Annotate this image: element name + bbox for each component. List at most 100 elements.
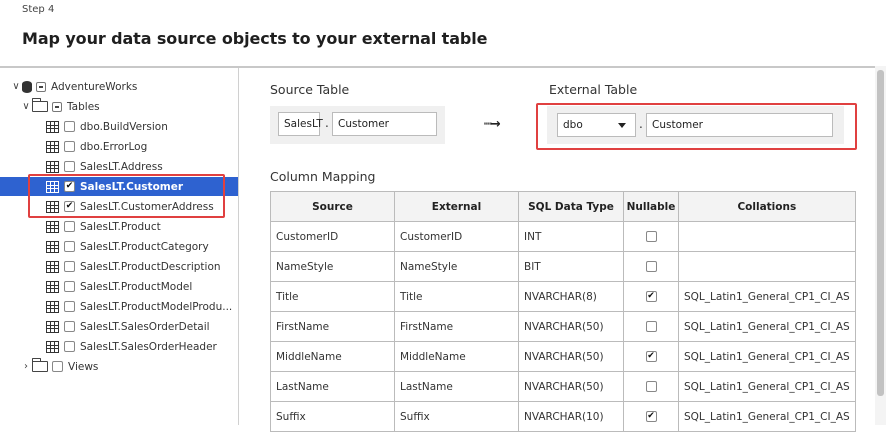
- tree-node-table[interactable]: SalesLT.Product: [46, 217, 161, 236]
- nullable-checkbox[interactable]: ✔: [645, 291, 657, 302]
- table-checkbox[interactable]: [64, 321, 75, 332]
- tree-label-table: SalesLT.ProductModel: [80, 280, 193, 293]
- tree-node-database[interactable]: ∨ AdventureWorks: [10, 77, 137, 96]
- tree-label-table: SalesLT.Product: [80, 220, 161, 233]
- source-separator: .: [325, 116, 329, 130]
- cell-external[interactable]: Suffix: [394, 401, 519, 432]
- table-checkbox[interactable]: [64, 261, 75, 272]
- cell-external[interactable]: LastName: [394, 371, 519, 402]
- tree-node-table[interactable]: SalesLT.ProductModel: [46, 277, 192, 296]
- tristate-checkbox[interactable]: [52, 101, 62, 112]
- scrollbar-thumb[interactable]: [877, 70, 884, 396]
- column-mapping-label: Column Mapping: [270, 169, 376, 184]
- chevron-right-icon[interactable]: ›: [20, 361, 32, 372]
- tree-node-tables[interactable]: ∨ Tables: [20, 97, 100, 116]
- table-checkbox[interactable]: [64, 301, 75, 312]
- cell-external[interactable]: NameStyle: [394, 251, 519, 282]
- table-row: MiddleName MiddleName NVARCHAR(50) ✔ SQL_Lat…: [270, 341, 856, 372]
- cell-source: Suffix: [270, 401, 395, 432]
- tree-label-table: SalesLT.SalesOrderDetail: [80, 320, 210, 333]
- cell-collation: SQL_Latin1_General_CP1_CI_AS: [678, 371, 856, 402]
- table-checkbox[interactable]: [64, 161, 75, 172]
- cell-nullable: ✔: [623, 401, 679, 432]
- tree-node-table[interactable]: SalesLT.SalesOrderHeader: [46, 337, 217, 356]
- nullable-checkbox[interactable]: [645, 261, 657, 272]
- column-header-sql-data-type: SQL Data Type: [518, 191, 624, 222]
- tree-label-database: AdventureWorks: [51, 80, 138, 93]
- column-header-external: External: [394, 191, 519, 222]
- chevron-down-icon[interactable]: ∨: [10, 81, 22, 92]
- cell-source: FirstName: [270, 311, 395, 342]
- cell-sql-data-type: NVARCHAR(8): [518, 281, 624, 312]
- cell-external[interactable]: Title: [394, 281, 519, 312]
- cell-collation: [678, 221, 856, 252]
- selected-tables-highlight: [28, 174, 225, 218]
- tree-node-table[interactable]: dbo.ErrorLog: [46, 137, 147, 156]
- cell-external[interactable]: MiddleName: [394, 341, 519, 372]
- tree-node-table[interactable]: SalesLT.ProductDescription: [46, 257, 221, 276]
- cell-collation: SQL_Latin1_General_CP1_CI_AS: [678, 281, 856, 312]
- table-checkbox[interactable]: [64, 281, 75, 292]
- cell-sql-data-type: NVARCHAR(50): [518, 311, 624, 342]
- checkbox[interactable]: [52, 361, 63, 372]
- database-icon: [22, 80, 32, 93]
- tree-label-table: SalesLT.SalesOrderHeader: [80, 340, 217, 353]
- cell-external[interactable]: CustomerID: [394, 221, 519, 252]
- table-icon: [46, 300, 59, 313]
- cell-source: Title: [270, 281, 395, 312]
- cell-collation: SQL_Latin1_General_CP1_CI_AS: [678, 341, 856, 372]
- cell-nullable: [623, 371, 679, 402]
- folder-icon: [31, 98, 48, 112]
- tree-node-table[interactable]: dbo.BuildVersion: [46, 117, 168, 136]
- tree-label-table: SalesLT.ProductModelProdu...: [80, 300, 233, 313]
- cell-external[interactable]: FirstName: [394, 311, 519, 342]
- nullable-checkbox[interactable]: [645, 321, 657, 332]
- tree-node-table[interactable]: SalesLT.SalesOrderDetail: [46, 317, 210, 336]
- table-checkbox[interactable]: [64, 241, 75, 252]
- table-checkbox[interactable]: [64, 341, 75, 352]
- cell-nullable: [623, 251, 679, 282]
- nullable-checkbox[interactable]: ✔: [645, 411, 657, 422]
- nullable-checkbox[interactable]: ✔: [645, 351, 657, 362]
- table-row: Suffix Suffix NVARCHAR(10) ✔ SQL_Latin1_Gene…: [270, 401, 856, 432]
- cell-sql-data-type: BIT: [518, 251, 624, 282]
- arrow-right-icon: ┉→: [484, 117, 501, 132]
- nullable-checkbox[interactable]: [645, 381, 657, 392]
- table-row: Title Title NVARCHAR(8) ✔ SQL_Latin1_General…: [270, 281, 856, 312]
- external-table-label: External Table: [549, 82, 638, 97]
- chevron-down-icon[interactable]: ∨: [20, 101, 32, 112]
- table-checkbox[interactable]: [64, 141, 75, 152]
- table-icon: [46, 140, 59, 153]
- tree-label-table: dbo.BuildVersion: [80, 120, 168, 133]
- nullable-checkbox[interactable]: [645, 231, 657, 242]
- column-header-collations: Collations: [678, 191, 856, 222]
- cell-collation: SQL_Latin1_General_CP1_CI_AS: [678, 401, 856, 432]
- cell-collation: SQL_Latin1_General_CP1_CI_AS: [678, 311, 856, 342]
- table-icon: [46, 340, 59, 353]
- tree-label-views: Views: [68, 360, 99, 373]
- folder-icon: [31, 358, 48, 372]
- table-checkbox[interactable]: [64, 221, 75, 232]
- column-header-nullable: Nullable: [623, 191, 679, 222]
- tree-node-table[interactable]: SalesLT.ProductModelProdu...: [46, 297, 232, 316]
- tree-label-table: SalesLT.Address: [80, 160, 163, 173]
- cell-source: CustomerID: [270, 221, 395, 252]
- cell-sql-data-type: NVARCHAR(10): [518, 401, 624, 432]
- tristate-checkbox[interactable]: [36, 81, 46, 92]
- page-title: Map your data source objects to your ext…: [22, 29, 488, 48]
- cell-nullable: [623, 311, 679, 342]
- cell-sql-data-type: NVARCHAR(50): [518, 341, 624, 372]
- step-label: Step 4: [22, 4, 55, 15]
- object-tree-panel: ∨ AdventureWorks ∨ Tables dbo.BuildVersi…: [0, 68, 239, 425]
- tree-node-views[interactable]: › Views: [20, 357, 98, 376]
- cell-source: NameStyle: [270, 251, 395, 282]
- column-mapping-table: Source External SQL Data Type Nullable C…: [270, 191, 856, 432]
- tree-label-table: dbo.ErrorLog: [80, 140, 148, 153]
- external-table-highlight: [536, 103, 857, 150]
- cell-source: MiddleName: [270, 341, 395, 372]
- tree-node-table[interactable]: SalesLT.ProductCategory: [46, 237, 209, 256]
- table-icon: [46, 220, 59, 233]
- source-table-field: Customer: [332, 112, 437, 136]
- cell-sql-data-type: INT: [518, 221, 624, 252]
- table-checkbox[interactable]: [64, 121, 75, 132]
